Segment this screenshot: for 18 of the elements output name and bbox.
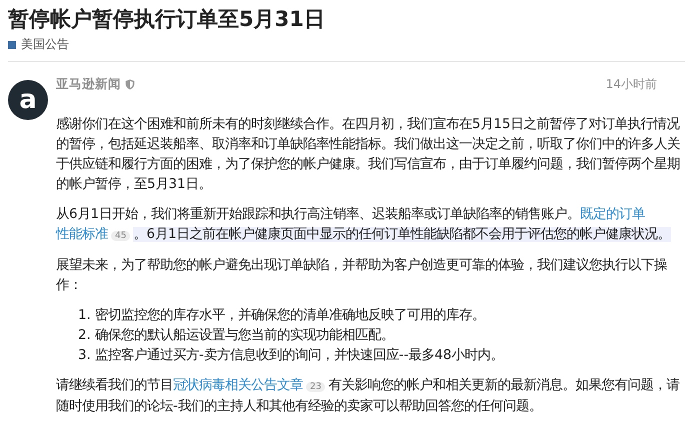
list-item: 2. 确保您的默认船运设置与您当前的实现功能相匹配。 <box>78 326 396 345</box>
paragraph: 从6月1日开始，我们将重新开始跟踪和执行高注销率、迟装船率或订单缺陷率的销售账户。既定的订单 性能标准 45 。6月1日之前在帐户健康页面中显示的任何订单性能缺陷都不会用于评估您的帐户健康状况。 <box>56 206 672 244</box>
list-item: 3. 监控客户通过买方-卖方信息收到的询问，并快速回应--最多48小时内。 <box>78 346 505 365</box>
author-name[interactable]: 亚马逊新闻 <box>56 76 121 93</box>
category-link[interactable]: 美国公告 <box>21 36 69 53</box>
paragraph: 请继续看我们的节目冠状病毒相关公告文章 23 有关影响您的帐户和相关更新的最新消息。如果您有问题，请随时使用我们的论坛-我们的主持人和其他有经验的卖家可以帮助回答您的任何问题。 <box>56 376 680 416</box>
link-count-badge: 45 <box>111 231 130 241</box>
link[interactable]: 既定的订单 <box>580 207 646 222</box>
link[interactable]: 冠状病毒相关公告文章 <box>173 378 303 393</box>
avatar: a <box>8 80 48 120</box>
paragraph: 展望未来，为了帮助您的帐户避免出现订单缺陷，并帮助为客户创造更可靠的体验，我们建议您执行以下操作： <box>56 256 668 295</box>
list-item: 1. 密切监控您的库存水平，并确保您的清单准确地反映了可用的库存。 <box>78 306 486 325</box>
shield-icon <box>125 79 135 90</box>
paragraph: 感谢你们在这个困难和前所未有的时刻继续合作。在四月初，我们宣布在5月15日之前暂停了对订单执行情况的暂停，包括延迟装船率、取消率和订单缺陷率性能指标。我们做出这一决定之前，听取了你们中的许多人关于供应链和履行方面的困难，为了保护您的帐户健康。我们写信宣布，由于订单履约问题，我们暂停两个星期的帐户暂停，至5月31日。 <box>56 116 681 194</box>
link-count-badge: 23 <box>306 382 326 392</box>
post-time: 14小时前 <box>606 76 657 93</box>
page-title: 暂停帐户暂停执行订单至5月31日 <box>8 6 326 33</box>
link[interactable]: 性能标准 <box>56 227 108 242</box>
